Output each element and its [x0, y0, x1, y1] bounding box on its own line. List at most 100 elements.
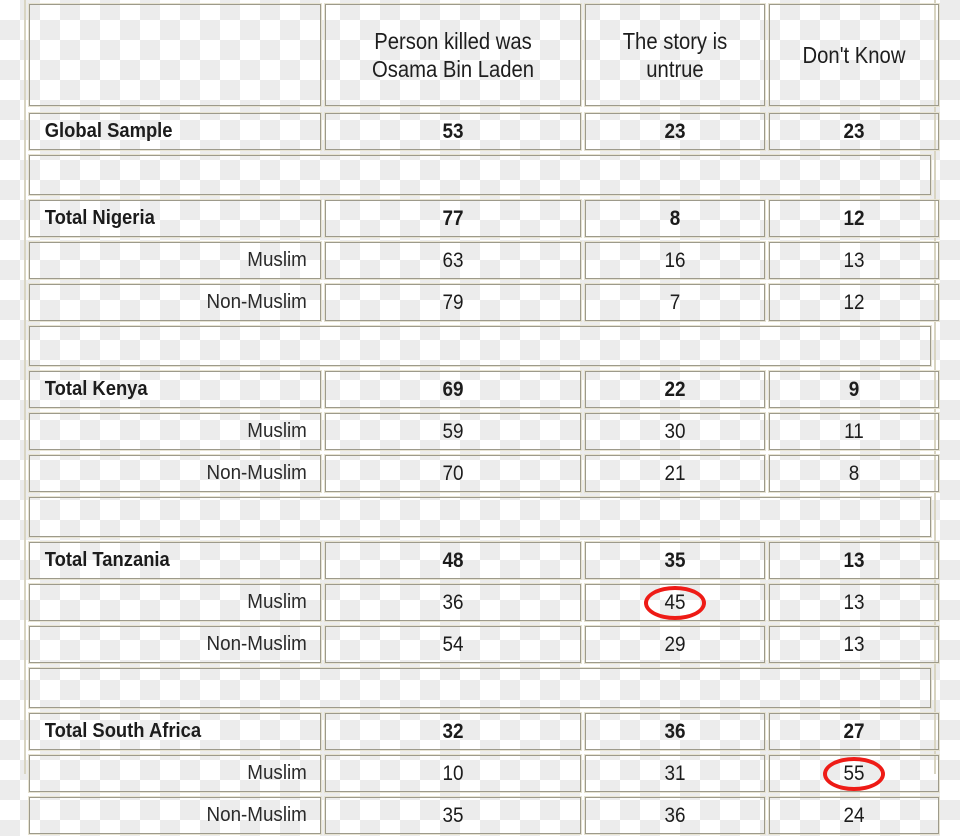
value-osama: 70: [442, 461, 464, 485]
value-osama: 32: [442, 719, 464, 743]
table-row: Total Nigeria 77 8 12: [28, 199, 940, 239]
header-dont-know-line1: Don't Know: [802, 41, 906, 68]
row-label-cell: Muslim: [28, 412, 322, 451]
value-dont-know: 9: [848, 377, 860, 401]
row-label-cell: Non-Muslim: [28, 454, 322, 493]
table-row: Muslim 59 30 11: [28, 412, 940, 452]
value-cell-dont-know: 13: [768, 541, 940, 580]
row-label: Muslim: [247, 420, 307, 442]
value-cell-untrue: 8: [584, 199, 766, 238]
value-cell-osama: 53: [324, 112, 582, 151]
value-cell-osama: 36: [324, 583, 582, 622]
table-spacer-row: [28, 496, 932, 539]
value-cell-untrue: 36: [584, 796, 766, 835]
row-label: Non-Muslim: [206, 462, 307, 484]
value-cell-dont-know: 12: [768, 283, 940, 322]
value-osama: 59: [442, 419, 464, 443]
row-label-cell: Total South Africa: [28, 712, 322, 751]
table-spacer-row: [28, 667, 932, 710]
value-cell-osama: 32: [324, 712, 582, 751]
row-label: Muslim: [247, 249, 307, 271]
header-osama-line1: Person killed was: [374, 27, 532, 54]
value-cell-untrue: 45: [584, 583, 766, 622]
table-row: Total Kenya 69 22 9: [28, 370, 940, 410]
value-cell-dont-know: 23: [768, 112, 940, 151]
value-cell-dont-know: 13: [768, 625, 940, 664]
value-untrue: 35: [664, 548, 686, 572]
value-osama: 35: [442, 803, 464, 827]
value-cell-osama: 59: [324, 412, 582, 451]
spacer-cell: [28, 154, 932, 196]
survey-results-table: Person killed was Osama Bin Laden The st…: [24, 0, 940, 835]
row-label: Muslim: [247, 591, 307, 613]
table-row: Muslim 10 31 55: [28, 754, 940, 794]
row-label: Total Nigeria: [44, 207, 155, 229]
row-label: Non-Muslim: [206, 291, 307, 313]
row-label-cell: Global Sample: [28, 112, 322, 151]
value-osama: 79: [442, 290, 464, 314]
value-dont-know: 8: [848, 461, 860, 485]
row-label-cell: Total Kenya: [28, 370, 322, 409]
table-row: Non-Muslim 35 36 24: [28, 796, 940, 836]
value-cell-dont-know: 11: [768, 412, 940, 451]
table-spacer-row: [28, 154, 932, 197]
value-cell-untrue: 30: [584, 412, 766, 451]
row-label: Total South Africa: [44, 720, 202, 742]
value-cell-untrue: 29: [584, 625, 766, 664]
table-row: Muslim 36 45 13: [28, 583, 940, 623]
value-dont-know: 13: [843, 548, 865, 572]
value-cell-untrue: 23: [584, 112, 766, 151]
value-cell-osama: 79: [324, 283, 582, 322]
value-dont-know: 24: [843, 803, 865, 827]
value-osama: 36: [442, 590, 464, 614]
value-cell-dont-know: 27: [768, 712, 940, 751]
table-grid: Person killed was Osama Bin Laden The st…: [26, 0, 940, 836]
value-cell-dont-know: 9: [768, 370, 940, 409]
value-untrue: 21: [664, 461, 686, 485]
value-cell-osama: 48: [324, 541, 582, 580]
value-cell-dont-know: 8: [768, 454, 940, 493]
value-untrue: 22: [664, 377, 686, 401]
value-cell-osama: 35: [324, 796, 582, 835]
header-cell-osama: Person killed was Osama Bin Laden: [324, 3, 582, 107]
header-cell-blank: [28, 3, 322, 107]
value-cell-untrue: 21: [584, 454, 766, 493]
value-cell-untrue: 22: [584, 370, 766, 409]
table-row: Muslim 63 16 13: [28, 241, 940, 281]
value-cell-osama: 63: [324, 241, 582, 280]
table-header-row: Person killed was Osama Bin Laden The st…: [28, 0, 940, 110]
spacer-cell: [28, 667, 932, 709]
row-label-cell: Muslim: [28, 241, 322, 280]
row-label: Global Sample: [44, 120, 173, 142]
value-untrue: 16: [664, 248, 686, 272]
value-cell-untrue: 36: [584, 712, 766, 751]
header-cell-dont-know: Don't Know: [768, 3, 940, 107]
value-osama: 53: [442, 119, 464, 143]
value-cell-untrue: 7: [584, 283, 766, 322]
value-dont-know: 13: [843, 590, 865, 614]
row-label-cell: Total Nigeria: [28, 199, 322, 238]
value-untrue: 36: [664, 803, 686, 827]
value-untrue: 36: [664, 719, 686, 743]
table-row: Global Sample 53 23 23: [28, 112, 940, 152]
value-osama: 77: [442, 206, 464, 230]
value-cell-dont-know: 24: [768, 796, 940, 835]
value-cell-untrue: 35: [584, 541, 766, 580]
value-untrue: 29: [664, 632, 686, 656]
value-cell-osama: 77: [324, 199, 582, 238]
value-untrue: 8: [669, 206, 681, 230]
table-row: Non-Muslim 54 29 13: [28, 625, 940, 665]
value-dont-know: 12: [843, 290, 865, 314]
row-label-cell: Non-Muslim: [28, 796, 322, 835]
header-dont-know-label: Don't Know: [780, 41, 928, 69]
row-label: Non-Muslim: [206, 804, 307, 826]
header-untrue-label: The story is untrue: [597, 27, 754, 83]
value-dont-know: 23: [843, 119, 865, 143]
value-cell-osama: 54: [324, 625, 582, 664]
header-untrue-line1: The story is: [622, 27, 728, 54]
row-label: Total Kenya: [44, 378, 148, 400]
value-osama: 69: [442, 377, 464, 401]
value-cell-osama: 70: [324, 454, 582, 493]
table-row: Non-Muslim 79 7 12: [28, 283, 940, 323]
value-cell-osama: 69: [324, 370, 582, 409]
